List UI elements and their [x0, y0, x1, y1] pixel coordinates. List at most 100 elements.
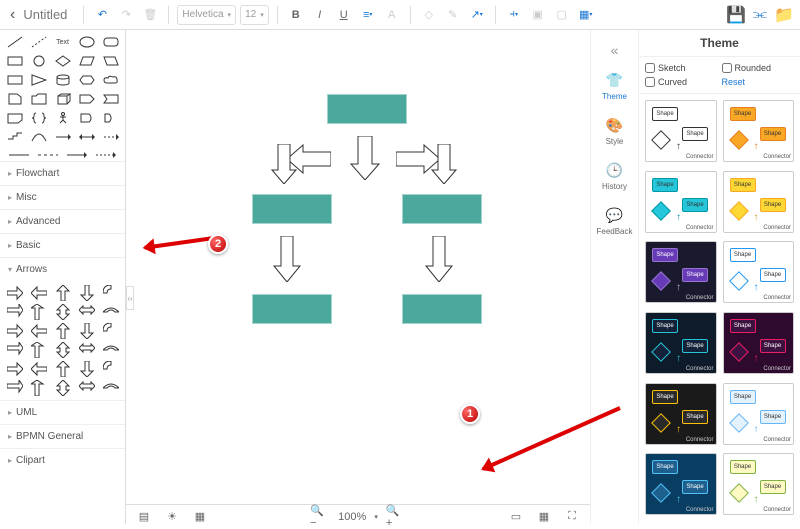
arrow-shape[interactable] [75, 379, 98, 397]
rail-theme[interactable]: 👕 Theme [591, 64, 638, 107]
arrow-shape[interactable] [99, 341, 122, 359]
undo-button[interactable]: ↶ [92, 5, 112, 25]
shape-cylinder[interactable] [51, 71, 74, 89]
shape-roundrect[interactable] [99, 33, 122, 51]
arrow-shape[interactable] [27, 360, 50, 378]
rail-feedback[interactable]: 💬 FeedBack [591, 199, 638, 242]
shape-rect[interactable] [3, 52, 26, 70]
sketch-checkbox[interactable]: Sketch [645, 63, 718, 73]
shape-parallel[interactable] [75, 52, 98, 70]
shape-hex[interactable] [75, 71, 98, 89]
arrow-shape[interactable] [75, 322, 98, 340]
fill-button[interactable]: ◇ [419, 5, 439, 25]
cat-arrows[interactable]: Arrows [0, 257, 125, 281]
shape-doc[interactable] [3, 90, 26, 108]
grid-button[interactable]: ▦▾ [576, 5, 596, 25]
theme-preset[interactable]: ShapeShape↑Connector [645, 241, 717, 303]
underline-button[interactable]: U [334, 5, 354, 25]
cat-flowchart[interactable]: Flowchart [0, 161, 125, 185]
arrow-shape[interactable] [75, 284, 98, 302]
stroke-button[interactable]: ✎ [443, 5, 463, 25]
shape-text[interactable]: Text [51, 33, 74, 51]
arrow-shape[interactable] [51, 360, 74, 378]
block-arrow-down-icon[interactable] [430, 144, 458, 184]
theme-preset[interactable]: ShapeShape↑Connector [723, 383, 795, 445]
bring-forward-button[interactable]: ▣ [528, 5, 548, 25]
cat-advanced[interactable]: Advanced [0, 209, 125, 233]
theme-preset[interactable]: ShapeShape↑Connector [723, 453, 795, 515]
cat-misc[interactable]: Misc [0, 185, 125, 209]
arrow-shape[interactable] [27, 284, 50, 302]
shape-curve[interactable] [27, 128, 50, 146]
shape-folder[interactable] [27, 90, 50, 108]
curved-checkbox[interactable]: Curved [645, 77, 718, 87]
arrow-shape[interactable] [27, 322, 50, 340]
shape-arrow-d[interactable] [99, 128, 122, 146]
shape-step[interactable] [3, 128, 26, 146]
theme-preset[interactable]: ShapeShape↑Connector [723, 100, 795, 162]
arrow-shape[interactable] [51, 379, 74, 397]
font-select[interactable]: Helvetica▾ [177, 5, 236, 25]
connector-button[interactable]: ↗▾ [467, 5, 487, 25]
shape-half[interactable] [75, 109, 98, 127]
arrow-shape[interactable] [99, 379, 122, 397]
arrow-shape[interactable] [3, 303, 26, 321]
distribute-button[interactable]: ⫞▾ [504, 5, 524, 25]
shape-actor[interactable] [51, 109, 74, 127]
align-button[interactable]: ≡▾ [358, 5, 378, 25]
arrow-shape[interactable] [99, 360, 122, 378]
arrow-shape[interactable] [99, 322, 122, 340]
cat-clipart[interactable]: Clipart [0, 448, 125, 472]
arrow-shape[interactable] [51, 341, 74, 359]
shape-rect2[interactable] [3, 71, 26, 89]
block-arrow-down-icon[interactable] [270, 144, 298, 184]
arrow-shape[interactable] [3, 322, 26, 340]
arrow-shape[interactable] [99, 284, 122, 302]
rail-history[interactable]: 🕒 History [591, 154, 638, 197]
zoom-level[interactable]: 100% [338, 511, 366, 523]
shape-dashline[interactable] [27, 33, 50, 51]
theme-preset[interactable]: ShapeShape↑Connector [645, 312, 717, 374]
collapse-right-button[interactable]: « [607, 38, 623, 62]
shape-brace[interactable] [27, 109, 50, 127]
redo-button[interactable]: ↷ [116, 5, 136, 25]
document-title[interactable]: Untitled [23, 7, 67, 22]
shape-arrow-r[interactable] [51, 128, 74, 146]
collapse-left-button[interactable]: ‹‹ [126, 286, 134, 310]
flowchart-node[interactable] [327, 94, 407, 124]
theme-preset[interactable]: ShapeShape↑Connector [723, 171, 795, 233]
shape-circle[interactable] [27, 52, 50, 70]
send-back-button[interactable]: ▢ [552, 5, 572, 25]
arrow-shape[interactable] [99, 303, 122, 321]
arrow-shape[interactable] [27, 341, 50, 359]
flowchart-node[interactable] [402, 194, 482, 224]
bold-button[interactable]: B [286, 5, 306, 25]
arrow-shape[interactable] [75, 360, 98, 378]
italic-button[interactable]: I [310, 5, 330, 25]
rail-style[interactable]: 🎨 Style [591, 109, 638, 152]
shape-cube[interactable] [51, 90, 74, 108]
theme-preset[interactable]: ShapeShape↑Connector [645, 453, 717, 515]
arrow-shape[interactable] [3, 341, 26, 359]
shape-cloud[interactable] [99, 71, 122, 89]
arrow-shape[interactable] [3, 360, 26, 378]
theme-preset[interactable]: ShapeShape↑Connector [723, 312, 795, 374]
share-icon[interactable]: ⫘ [750, 5, 770, 25]
arrow-shape[interactable] [3, 379, 26, 397]
arrow-shape[interactable] [51, 322, 74, 340]
theme-preset[interactable]: ShapeShape↑Connector [645, 171, 717, 233]
reset-button[interactable]: Reset [722, 77, 795, 87]
theme-preset[interactable]: ShapeShape↑Connector [723, 241, 795, 303]
cat-uml[interactable]: UML [0, 400, 125, 424]
flowchart-node[interactable] [252, 294, 332, 324]
shape-tri[interactable] [27, 71, 50, 89]
back-button[interactable]: ‹ [6, 6, 19, 24]
font-size-select[interactable]: 12▾ [240, 5, 269, 25]
arrow-shape[interactable] [75, 341, 98, 359]
delete-button[interactable]: 🗑 [140, 5, 160, 25]
arrow-shape[interactable] [51, 284, 74, 302]
rounded-checkbox[interactable]: Rounded [722, 63, 795, 73]
block-arrow-down-icon[interactable] [424, 236, 454, 282]
shape-tag[interactable] [75, 90, 98, 108]
arrow-shape[interactable] [27, 303, 50, 321]
